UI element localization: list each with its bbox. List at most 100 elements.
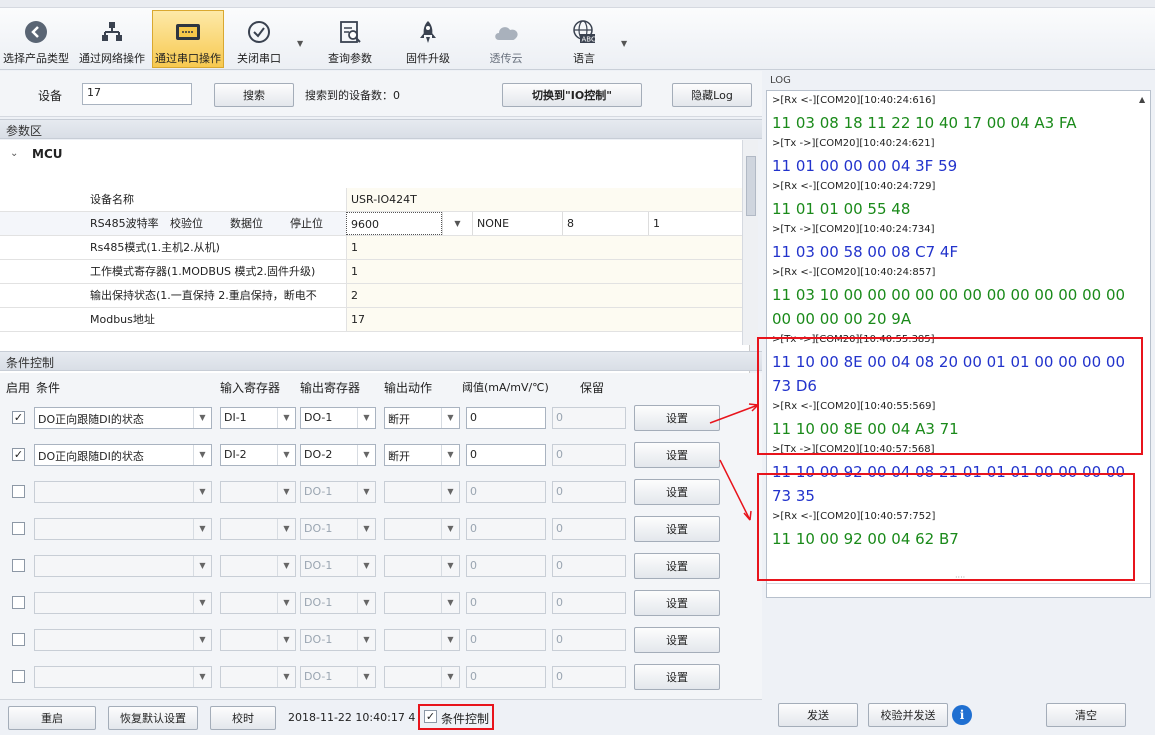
output-register-select[interactable]: DO-2 ▼ <box>300 444 376 466</box>
output-action-select[interactable]: ▼ <box>384 518 460 540</box>
enable-checkbox[interactable] <box>12 670 25 683</box>
condition-select[interactable]: ▼ <box>34 481 212 503</box>
switch-io-control-button[interactable]: 切换到"IO控制" <box>502 83 642 107</box>
collapse-chevron-icon[interactable]: ⌄ <box>10 148 18 159</box>
parity-value[interactable]: NONE <box>472 212 562 235</box>
clear-button[interactable]: 清空 <box>1046 703 1126 727</box>
query-params-button[interactable]: 查询参数 <box>322 10 378 68</box>
output-register-select[interactable]: DO-1 ▼ <box>300 592 376 614</box>
condition-select[interactable]: ▼ <box>34 555 212 577</box>
stopbits-value[interactable]: 1 <box>648 212 749 235</box>
output-action-select[interactable]: ▼ <box>384 555 460 577</box>
threshold-input[interactable]: 0 <box>466 444 546 466</box>
output-register-select[interactable]: DO-1 ▼ <box>300 629 376 651</box>
output-register-select[interactable]: DO-1 ▼ <box>300 518 376 540</box>
condition-select[interactable]: DO正向跟随DI的状态 ▼ <box>34 444 212 466</box>
reserve-input[interactable]: 0 <box>552 629 626 651</box>
search-button[interactable]: 搜索 <box>214 83 294 107</box>
output-register-select[interactable]: DO-1 ▼ <box>300 407 376 429</box>
reserve-input[interactable]: 0 <box>552 407 626 429</box>
serial-operation-button[interactable]: 通过串口操作 <box>152 10 224 68</box>
input-register-select[interactable]: DI-2 ▼ <box>220 444 296 466</box>
enable-checkbox[interactable] <box>12 485 25 498</box>
condition-select[interactable]: ▼ <box>34 592 212 614</box>
enable-checkbox[interactable] <box>12 633 25 646</box>
select-product-button[interactable]: 选择产品类型 <box>0 10 72 68</box>
network-operation-button[interactable]: 通过网络操作 <box>72 10 152 68</box>
hide-log-button[interactable]: 隐藏Log <box>672 83 752 107</box>
output-register-select[interactable]: DO-1 ▼ <box>300 555 376 577</box>
threshold-input[interactable]: 0 <box>466 518 546 540</box>
output-register-select[interactable]: DO-1 ▼ <box>300 666 376 688</box>
input-register-select[interactable]: ▼ <box>220 518 296 540</box>
output-action-select[interactable]: 断开 ▼ <box>384 407 460 429</box>
threshold-input[interactable]: 0 <box>466 629 546 651</box>
threshold-input[interactable]: 0 <box>466 592 546 614</box>
check-send-button[interactable]: 校验并发送 <box>868 703 948 727</box>
output-action-select[interactable]: ▼ <box>384 592 460 614</box>
output-register-select[interactable]: DO-1 ▼ <box>300 481 376 503</box>
reserve-input[interactable]: 0 <box>552 555 626 577</box>
param-value[interactable]: 2 <box>346 284 749 307</box>
param-value[interactable]: 1 <box>346 236 749 259</box>
threshold-input[interactable]: 0 <box>466 666 546 688</box>
baud-dropdown-icon[interactable]: ▼ <box>442 212 472 235</box>
enable-checkbox[interactable] <box>12 559 25 572</box>
input-register-select[interactable]: ▼ <box>220 555 296 577</box>
threshold-input[interactable]: 0 <box>466 481 546 503</box>
dropdown-caret-icon[interactable]: ▼ <box>621 39 627 48</box>
close-serial-button[interactable]: 关闭串口 ▼ <box>224 10 303 68</box>
device-input[interactable]: 17 <box>82 83 192 105</box>
condition-select[interactable]: ▼ <box>34 666 212 688</box>
param-row[interactable]: Rs485模式(1.主机2.从机) 1 <box>0 236 749 260</box>
reserve-input[interactable]: 0 <box>552 481 626 503</box>
condition-select[interactable]: ▼ <box>34 518 212 540</box>
threshold-input[interactable]: 0 <box>466 555 546 577</box>
send-button[interactable]: 发送 <box>778 703 858 727</box>
input-register-select[interactable]: ▼ <box>220 666 296 688</box>
condition-select[interactable]: DO正向跟随DI的状态 ▼ <box>34 407 212 429</box>
condition-control-checkbox[interactable]: ✓ <box>424 710 437 723</box>
language-button[interactable]: ABC 语言 ▼ <box>556 10 627 68</box>
databits-value[interactable]: 8 <box>562 212 648 235</box>
output-action-select[interactable]: ▼ <box>384 481 460 503</box>
output-action-select[interactable]: ▼ <box>384 629 460 651</box>
input-register-select[interactable]: ▼ <box>220 481 296 503</box>
input-register-select[interactable]: ▼ <box>220 629 296 651</box>
param-row[interactable]: 设备名称 USR-IO424T <box>0 188 749 212</box>
input-register-select[interactable]: DI-1 ▼ <box>220 407 296 429</box>
reserve-input[interactable]: 0 <box>552 444 626 466</box>
sync-time-button[interactable]: 校时 <box>210 706 276 730</box>
scrollbar-thumb[interactable] <box>746 156 756 216</box>
condition-select[interactable]: ▼ <box>34 629 212 651</box>
param-value[interactable]: 17 <box>346 308 749 331</box>
enable-checkbox[interactable] <box>12 522 25 535</box>
enable-checkbox[interactable]: ✓ <box>12 448 25 461</box>
param-value[interactable]: 1 <box>346 260 749 283</box>
param-scrollbar[interactable] <box>742 140 758 345</box>
restore-default-button[interactable]: 恢复默认设置 <box>108 706 198 730</box>
param-row[interactable]: 输出保持状态(1.一直保持 2.重启保持，断电不 2 <box>0 284 749 308</box>
scroll-up-icon[interactable]: ▲ <box>1139 95 1145 104</box>
transparent-cloud-button[interactable]: 透传云 <box>478 10 534 68</box>
reserve-input[interactable]: 0 <box>552 518 626 540</box>
threshold-input[interactable]: 0 <box>466 407 546 429</box>
firmware-upgrade-button[interactable]: 固件升级 <box>400 10 456 68</box>
output-action-select[interactable]: ▼ <box>384 666 460 688</box>
reserve-input[interactable]: 0 <box>552 666 626 688</box>
set-button[interactable]: 设置 <box>634 553 720 579</box>
param-value[interactable]: USR-IO424T <box>346 188 749 211</box>
output-action-select[interactable]: 断开 ▼ <box>384 444 460 466</box>
input-register-select[interactable]: ▼ <box>220 592 296 614</box>
param-row[interactable]: Modbus地址 17 <box>0 308 749 332</box>
enable-checkbox[interactable]: ✓ <box>12 411 25 424</box>
dropdown-caret-icon[interactable]: ▼ <box>297 39 303 48</box>
baud-value[interactable]: 9600 <box>346 212 442 235</box>
set-button[interactable]: 设置 <box>634 664 720 690</box>
set-button[interactable]: 设置 <box>634 627 720 653</box>
set-button[interactable]: 设置 <box>634 590 720 616</box>
restart-button[interactable]: 重启 <box>8 706 96 730</box>
info-icon[interactable]: i <box>952 705 972 725</box>
enable-checkbox[interactable] <box>12 596 25 609</box>
reserve-input[interactable]: 0 <box>552 592 626 614</box>
